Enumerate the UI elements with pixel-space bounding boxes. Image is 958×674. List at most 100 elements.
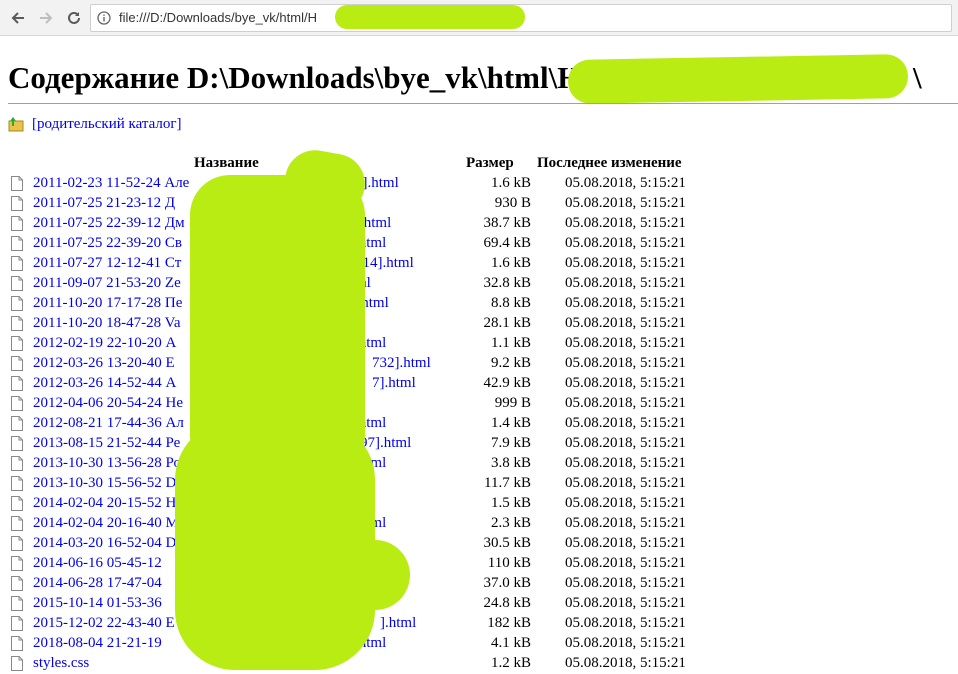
- file-icon: [11, 176, 23, 191]
- file-size: 9.2 kB: [490, 355, 531, 371]
- file-link[interactable]: 2011-07-25 22-39-20 Св: [33, 235, 182, 252]
- file-link-tail[interactable]: 732].html: [372, 355, 431, 372]
- file-link[interactable]: 2012-03-26 14-52-44 А: [33, 375, 176, 392]
- file-link[interactable]: 2014-06-28 17-47-04: [33, 575, 162, 592]
- file-icon: [11, 416, 23, 431]
- table-row: 2012-03-26 13-20-40 Е 732].html 9.2 kB 05.0…: [0, 354, 958, 374]
- file-modified: 05.08.2018, 5:15:21: [565, 615, 686, 631]
- table-row: 2015-10-14 01-53-36ml24.8 kB05.08.2018, …: [0, 594, 958, 614]
- parent-directory-link[interactable]: [родительский каталог]: [32, 116, 182, 133]
- file-size: 999 B: [494, 395, 531, 411]
- file-icon: [11, 296, 23, 311]
- file-modified: 05.08.2018, 5:15:21: [565, 635, 686, 651]
- file-modified: 05.08.2018, 5:15:21: [565, 375, 686, 391]
- file-size: 37.0 kB: [483, 575, 531, 591]
- file-link[interactable]: 2015-10-14 01-53-36: [33, 595, 162, 612]
- file-size: 69.4 kB: [483, 235, 531, 251]
- file-link[interactable]: 2018-08-04 21-21-19: [33, 635, 162, 652]
- table-row: 2014-02-04 20-16-40 М.html2.3 kB05.08.20…: [0, 514, 958, 534]
- table-row: 2013-10-30 13-56-28 Ро.html3.8 kB05.08.2…: [0, 454, 958, 474]
- redaction-mark: [330, 540, 410, 610]
- file-link[interactable]: styles.css: [33, 655, 89, 672]
- file-size: 2.3 kB: [490, 515, 531, 531]
- table-row: 2012-08-21 17-44-36 Ал .html 1.4 kB 05.08.2…: [0, 414, 958, 434]
- file-modified: 05.08.2018, 5:15:21: [565, 335, 686, 351]
- file-size: 8.8 kB: [490, 295, 531, 311]
- file-link[interactable]: 2015-12-02 22-43-40 Е: [33, 615, 175, 632]
- file-size: 1.2 kB: [490, 655, 531, 671]
- file-icon: [11, 656, 23, 671]
- reload-icon[interactable]: [62, 6, 86, 30]
- file-icon: [11, 536, 23, 551]
- file-icon: [11, 396, 23, 411]
- table-row: 2012-02-19 22-10-20 А .html 1.1 kB 05.08.20…: [0, 334, 958, 354]
- file-size: 1.5 kB: [490, 495, 531, 511]
- file-size: 3.8 kB: [490, 455, 531, 471]
- file-size: 24.8 kB: [483, 595, 531, 611]
- file-modified: 05.08.2018, 5:15:21: [565, 515, 686, 531]
- page-title-text: Содержание D:\Downloads\bye_vk\html\Н: [8, 60, 582, 95]
- file-size: 110 kB: [487, 555, 531, 571]
- file-size: 1.1 kB: [490, 335, 531, 351]
- file-modified: 05.08.2018, 5:15:21: [565, 295, 686, 311]
- file-link[interactable]: 2014-02-04 20-16-40 М: [33, 515, 179, 532]
- table-row: 2011-02-23 11-52-24 Але 9].html 1.6 kB 05.0…: [0, 174, 958, 194]
- file-link[interactable]: 2011-07-25 22-39-12 Дм: [33, 215, 185, 232]
- table-row: 2012-04-06 20-54-24 Неl999 B05.08.2018, …: [0, 394, 958, 414]
- file-link[interactable]: 2014-03-20 16-52-04 D: [33, 535, 176, 552]
- file-link[interactable]: 2011-02-23 11-52-24 Але: [33, 175, 189, 192]
- file-link[interactable]: 2012-04-06 20-54-24 Не: [33, 395, 183, 412]
- file-size: 930 B: [494, 195, 531, 211]
- table-row: 2014-06-16 05-45-12ml110 kB05.08.2018, 5…: [0, 554, 958, 574]
- file-modified: 05.08.2018, 5:15:21: [565, 175, 686, 191]
- table-row: 2015-12-02 22-43-40 Е ].html 182 kB 05.08.2…: [0, 614, 958, 634]
- table-row: 2013-08-15 21-52-44 Ре 97].html 7.9 kB 05.0…: [0, 434, 958, 454]
- file-link[interactable]: 2011-10-20 18-47-28 Va: [33, 315, 180, 332]
- file-modified: 05.08.2018, 5:15:21: [565, 575, 686, 591]
- file-modified: 05.08.2018, 5:15:21: [565, 355, 686, 371]
- file-modified: 05.08.2018, 5:15:21: [565, 655, 686, 671]
- file-icon: [11, 516, 23, 531]
- column-header-size[interactable]: Размер: [466, 155, 514, 172]
- file-modified: 05.08.2018, 5:15:21: [565, 455, 686, 471]
- file-link[interactable]: 2014-06-16 05-45-12: [33, 555, 162, 572]
- file-icon: [11, 596, 23, 611]
- table-row: 2014-02-04 20-15-52 Н 1.5 kB 05.08.2018, 5…: [0, 494, 958, 514]
- file-modified: 05.08.2018, 5:15:21: [565, 595, 686, 611]
- file-size: 28.1 kB: [483, 315, 531, 331]
- file-link[interactable]: 2014-02-04 20-15-52 Н: [33, 495, 176, 512]
- file-icon: [11, 636, 23, 651]
- file-modified: 05.08.2018, 5:15:21: [565, 215, 686, 231]
- file-modified: 05.08.2018, 5:15:21: [565, 195, 686, 211]
- file-icon: [11, 576, 23, 591]
- file-link-tail[interactable]: ].html: [380, 615, 416, 632]
- file-link[interactable]: 2011-07-25 21-23-12 Д: [33, 195, 175, 212]
- file-link[interactable]: 2011-09-07 21-53-20 Ze: [33, 275, 181, 292]
- table-row: 2011-07-27 12-12-41 Ст 914].html 1.6 kB 05.…: [0, 254, 958, 274]
- file-modified: 05.08.2018, 5:15:21: [565, 555, 686, 571]
- file-size: 1.4 kB: [490, 415, 531, 431]
- file-link[interactable]: 2012-02-19 22-10-20 А: [33, 335, 176, 352]
- file-icon: [11, 196, 23, 211]
- info-icon[interactable]: [97, 11, 111, 25]
- file-size: 7.9 kB: [490, 435, 531, 451]
- file-link[interactable]: 2013-10-30 13-56-28 Ро: [33, 455, 181, 472]
- file-link-tail[interactable]: 7].html: [372, 375, 416, 392]
- file-link[interactable]: 2012-03-26 13-20-40 Е: [33, 355, 175, 372]
- file-link[interactable]: 2011-10-20 17-17-28 Пе: [33, 295, 182, 312]
- file-size: 182 kB: [487, 615, 531, 631]
- file-link[interactable]: 2013-08-15 21-52-44 Ре: [33, 435, 180, 452]
- file-link[interactable]: 2011-07-27 12-12-41 Ст: [33, 255, 181, 272]
- forward-arrow-icon[interactable]: [34, 6, 58, 30]
- file-modified: 05.08.2018, 5:15:21: [565, 535, 686, 551]
- file-size: 42.9 kB: [483, 375, 531, 391]
- file-link[interactable]: 2013-10-30 15-56-52 DP: [33, 475, 185, 492]
- column-header-modified[interactable]: Последнее изменение: [537, 155, 682, 172]
- table-row: 2013-10-30 15-56-52 DP 11.7 kB 05.08.2018,…: [0, 474, 958, 494]
- column-header-name[interactable]: Название: [194, 155, 259, 172]
- file-link[interactable]: 2012-08-21 17-44-36 Ал: [33, 415, 184, 432]
- file-link-tail[interactable]: 97].html: [360, 435, 411, 452]
- redaction-mark: [567, 54, 909, 104]
- back-arrow-icon[interactable]: [6, 6, 30, 30]
- url-text: file:///D:/Downloads/bye_vk/html/H: [119, 10, 317, 25]
